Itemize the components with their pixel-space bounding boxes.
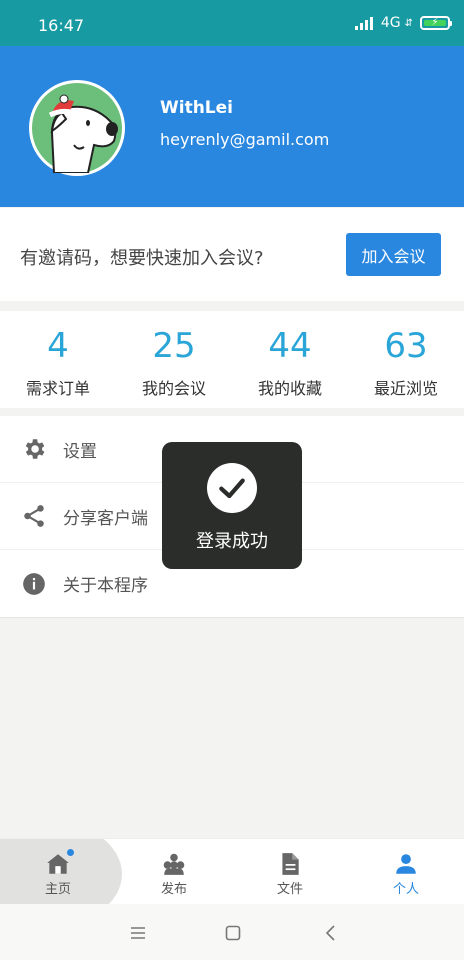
- info-icon: [21, 571, 47, 597]
- stat-label: 我的会议: [141, 379, 206, 398]
- home-icon: [45, 849, 74, 877]
- back-icon[interactable]: [320, 922, 342, 944]
- status-indicators: 4G ⇵ ⚡: [354, 15, 452, 31]
- tab-home[interactable]: 主页: [0, 839, 116, 904]
- menu-icon[interactable]: [127, 922, 149, 944]
- menu-label: 分享客户端: [63, 508, 148, 529]
- tab-profile[interactable]: 个人: [348, 839, 464, 904]
- share-icon: [21, 503, 47, 529]
- join-meeting-button[interactable]: 加入会议: [346, 233, 441, 276]
- menu-label: 关于本程序: [63, 576, 148, 596]
- tab-publish[interactable]: 发布: [116, 839, 232, 904]
- status-bar: 16:47 4G ⇵ ⚡: [0, 0, 464, 46]
- stat-value: 25: [152, 326, 196, 366]
- gear-icon: [21, 436, 47, 462]
- file-icon: [277, 851, 303, 877]
- status-time: 16:47: [38, 16, 85, 35]
- network-type: 4G: [380, 15, 401, 31]
- stat-my-meetings[interactable]: 25 我的会议: [116, 311, 232, 408]
- person-icon: [393, 851, 419, 877]
- check-icon: [207, 463, 257, 513]
- tab-label: 主页: [44, 882, 71, 897]
- stats-row: 4 需求订单 25 我的会议 44 我的收藏 63 最近浏览: [0, 311, 464, 408]
- toast-message: 登录成功: [196, 531, 268, 552]
- invite-section: 有邀请码，想要快速加入会议? 加入会议: [0, 208, 464, 301]
- publish-icon: [161, 851, 187, 877]
- menu-label: 设置: [63, 441, 97, 462]
- avatar[interactable]: [29, 80, 125, 176]
- profile-name: WithLei: [160, 98, 233, 118]
- battery-icon: ⚡: [420, 16, 452, 30]
- profile-email: heyrenly@gamil.com: [160, 130, 330, 149]
- signal-icon: [354, 16, 373, 30]
- tab-label: 发布: [160, 882, 187, 897]
- stat-label: 我的收藏: [257, 379, 322, 398]
- bottom-tab-bar: 主页 发布 文件 个人: [0, 838, 464, 904]
- tab-label: 文件: [276, 882, 303, 897]
- home-square-icon[interactable]: [222, 922, 244, 944]
- invite-prompt: 有邀请码，想要快速加入会议?: [20, 248, 264, 269]
- stat-demand-orders[interactable]: 4 需求订单: [0, 311, 116, 408]
- stat-label: 最近浏览: [373, 379, 438, 398]
- stat-my-favorites[interactable]: 44 我的收藏: [232, 311, 348, 408]
- stat-value: 63: [384, 326, 428, 366]
- notification-badge: [67, 849, 74, 856]
- login-success-toast: 登录成功: [162, 442, 302, 569]
- tab-label: 个人: [392, 882, 419, 897]
- stat-value: 44: [268, 326, 312, 366]
- profile-header: WithLei heyrenly@gamil.com: [0, 46, 464, 207]
- tab-files[interactable]: 文件: [232, 839, 348, 904]
- system-nav-bar: [0, 904, 464, 960]
- stat-recent-views[interactable]: 63 最近浏览: [348, 311, 464, 408]
- data-arrows-icon: ⇵: [404, 17, 413, 29]
- stat-label: 需求订单: [25, 379, 90, 398]
- dog-avatar-icon: [32, 83, 122, 173]
- stat-value: 4: [47, 326, 69, 366]
